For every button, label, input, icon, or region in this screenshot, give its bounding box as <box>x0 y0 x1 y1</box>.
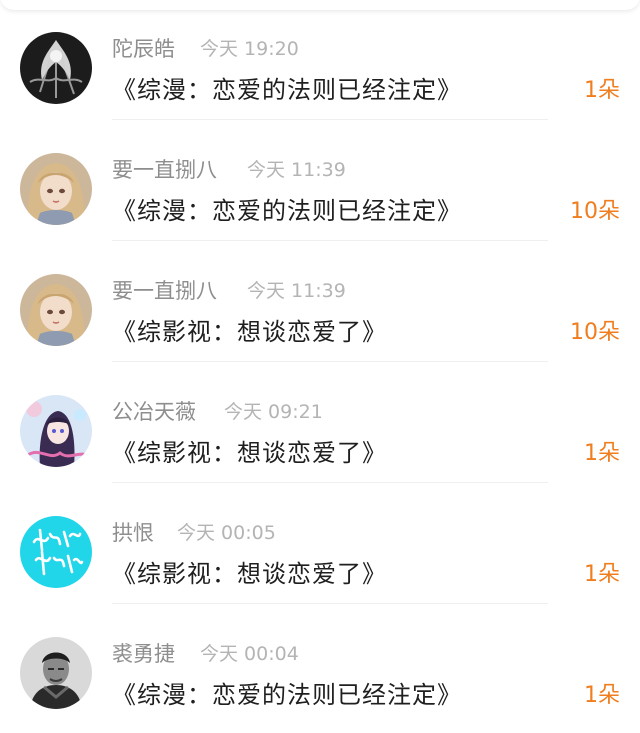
send-time: 今天 11:39 <box>247 280 346 302</box>
anime-girl-avatar[interactable] <box>20 395 92 467</box>
book-title[interactable]: 《综影视：想谈恋爱了》 <box>112 316 387 348</box>
row-divider <box>112 240 548 241</box>
row-divider <box>112 482 548 483</box>
book-title[interactable]: 《综影视：想谈恋爱了》 <box>112 558 387 590</box>
dark-feather-avatar[interactable] <box>20 32 92 104</box>
sender-name[interactable]: 陀辰皓 <box>112 36 175 62</box>
flower-count: 10朵 <box>570 320 620 345</box>
send-time: 今天 09:21 <box>224 401 323 423</box>
list-item[interactable]: 要一直捌八 今天 11:39 《综漫：恋爱的法则已经注定》 10朵 <box>0 121 640 241</box>
list-item[interactable]: 要一直捌八 今天 11:39 《综影视：想谈恋爱了》 10朵 <box>0 242 640 362</box>
list-item[interactable]: 裘勇捷 今天 00:04 《综漫：恋爱的法则已经注定》 1朵 <box>0 605 640 725</box>
row-divider <box>112 603 548 604</box>
book-title[interactable]: 《综漫：恋爱的法则已经注定》 <box>112 679 462 711</box>
book-title[interactable]: 《综影视：想谈恋爱了》 <box>112 437 387 469</box>
flower-count: 1朵 <box>584 683 620 708</box>
send-time: 今天 19:20 <box>200 38 299 60</box>
send-time: 今天 11:39 <box>247 159 346 181</box>
blonde-girl-avatar[interactable] <box>20 274 92 346</box>
send-time: 今天 00:04 <box>200 643 299 665</box>
sender-name[interactable]: 公冶天薇 <box>112 399 196 425</box>
flower-count: 1朵 <box>584 78 620 103</box>
blonde-girl-avatar[interactable] <box>20 153 92 225</box>
list-item[interactable]: 公冶天薇 今天 09:21 《综影视：想谈恋爱了》 1朵 <box>0 363 640 483</box>
flower-count: 1朵 <box>584 441 620 466</box>
book-title[interactable]: 《综漫：恋爱的法则已经注定》 <box>112 195 462 227</box>
man-portrait-avatar[interactable] <box>20 637 92 709</box>
sender-name[interactable]: 拱恨 <box>112 520 154 546</box>
flower-count: 1朵 <box>584 562 620 587</box>
flower-count: 10朵 <box>570 199 620 224</box>
row-divider <box>112 361 548 362</box>
send-time: 今天 00:05 <box>177 522 276 544</box>
sender-name[interactable]: 要一直捌八 <box>112 157 217 183</box>
sender-name[interactable]: 要一直捌八 <box>112 278 217 304</box>
sender-name[interactable]: 裘勇捷 <box>112 641 175 667</box>
cyan-calligraphy-avatar[interactable] <box>20 516 92 588</box>
row-divider <box>112 119 548 120</box>
book-title[interactable]: 《综漫：恋爱的法则已经注定》 <box>112 74 462 106</box>
list-item[interactable]: 陀辰皓 今天 19:20 《综漫：恋爱的法则已经注定》 1朵 <box>0 0 640 120</box>
list-item[interactable]: 拱恨 今天 00:05 《综影视：想谈恋爱了》 1朵 <box>0 484 640 604</box>
